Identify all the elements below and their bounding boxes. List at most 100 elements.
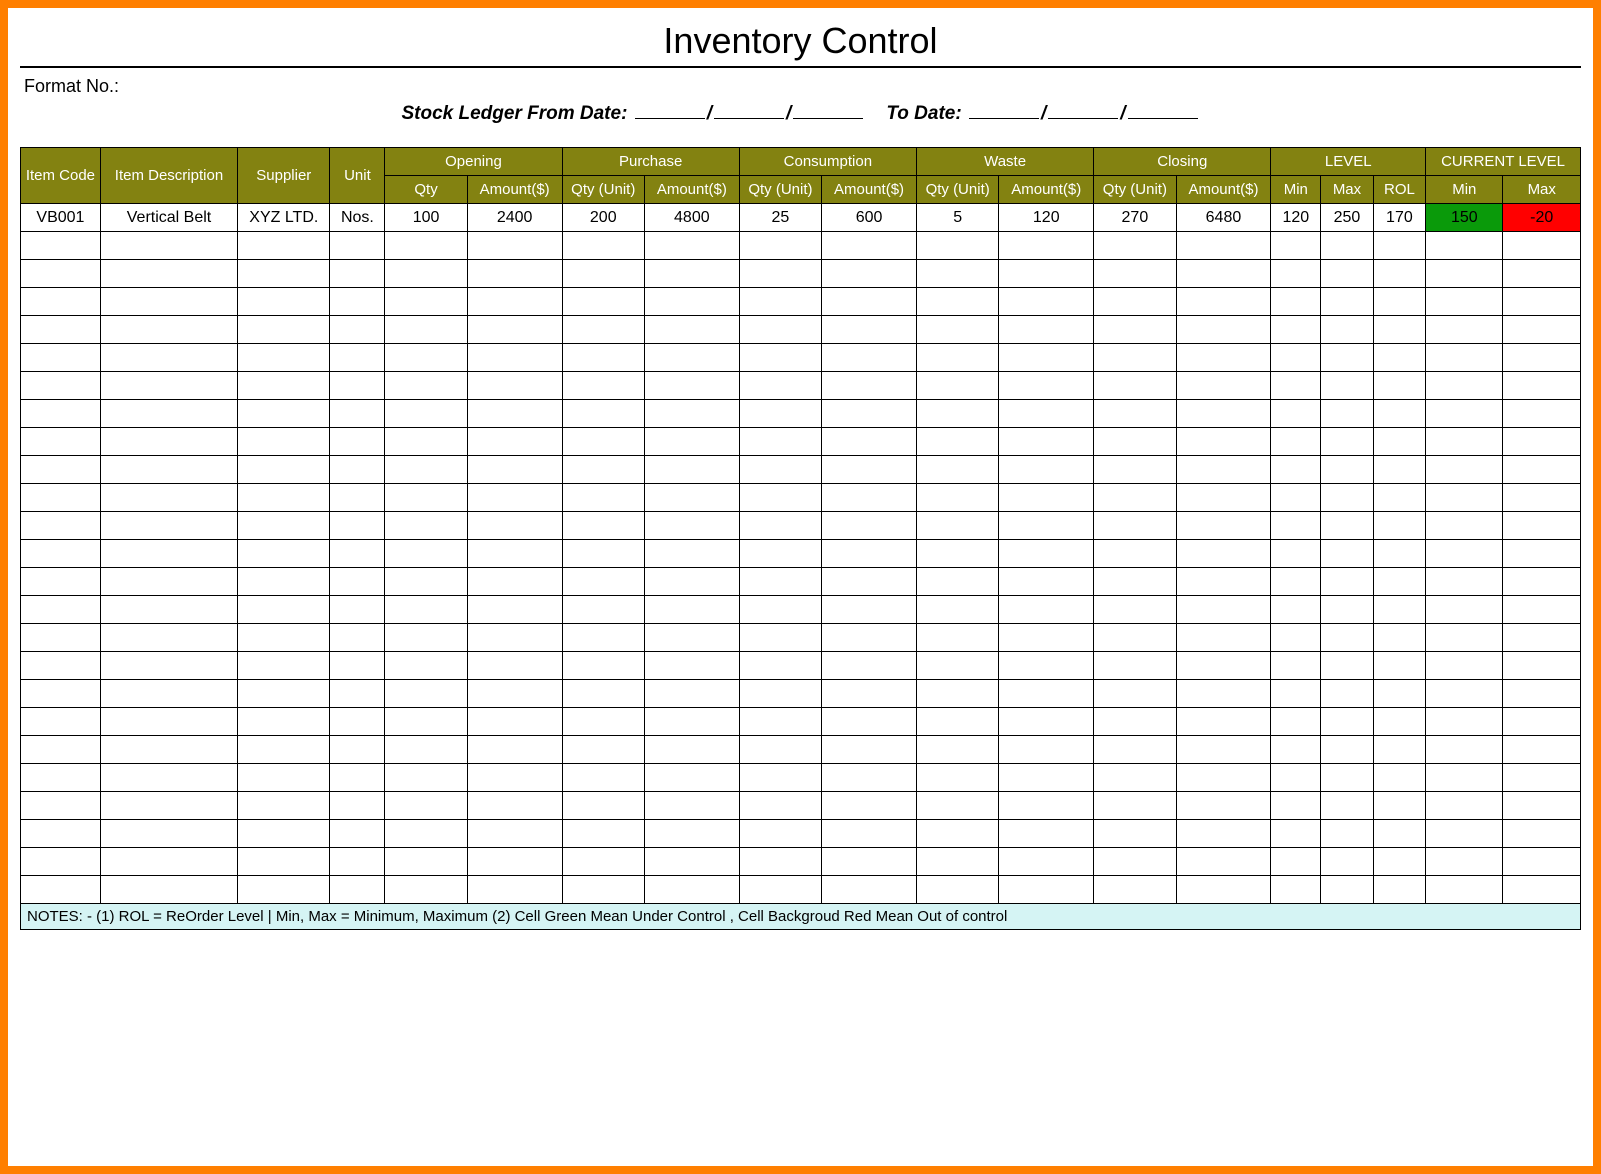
- empty-cell[interactable]: [1503, 540, 1581, 568]
- empty-cell[interactable]: [1271, 316, 1321, 344]
- cell-opening_amt[interactable]: 2400: [467, 204, 562, 232]
- empty-cell[interactable]: [100, 288, 237, 316]
- cell-consumption_qty[interactable]: 25: [739, 204, 821, 232]
- empty-cell[interactable]: [100, 652, 237, 680]
- empty-cell[interactable]: [21, 680, 101, 708]
- empty-cell[interactable]: [1176, 596, 1271, 624]
- empty-cell[interactable]: [1373, 596, 1425, 624]
- empty-cell[interactable]: [1426, 512, 1503, 540]
- empty-cell[interactable]: [739, 400, 821, 428]
- empty-cell[interactable]: [330, 848, 385, 876]
- empty-cell[interactable]: [1503, 372, 1581, 400]
- empty-cell[interactable]: [822, 400, 917, 428]
- empty-cell[interactable]: [467, 540, 562, 568]
- empty-cell[interactable]: [739, 596, 821, 624]
- empty-cell[interactable]: [562, 484, 644, 512]
- empty-cell[interactable]: [1271, 736, 1321, 764]
- empty-cell[interactable]: [1426, 848, 1503, 876]
- empty-cell[interactable]: [238, 708, 330, 736]
- empty-cell[interactable]: [1176, 512, 1271, 540]
- empty-cell[interactable]: [1271, 876, 1321, 904]
- empty-cell[interactable]: [822, 876, 917, 904]
- empty-cell[interactable]: [238, 652, 330, 680]
- empty-cell[interactable]: [739, 764, 821, 792]
- empty-cell[interactable]: [1271, 540, 1321, 568]
- empty-cell[interactable]: [467, 736, 562, 764]
- empty-cell[interactable]: [1321, 736, 1373, 764]
- empty-cell[interactable]: [330, 876, 385, 904]
- empty-cell[interactable]: [822, 260, 917, 288]
- empty-cell[interactable]: [916, 652, 998, 680]
- empty-cell[interactable]: [21, 428, 101, 456]
- empty-cell[interactable]: [1176, 260, 1271, 288]
- empty-cell[interactable]: [822, 792, 917, 820]
- empty-cell[interactable]: [21, 652, 101, 680]
- empty-cell[interactable]: [999, 260, 1094, 288]
- empty-cell[interactable]: [467, 876, 562, 904]
- empty-cell[interactable]: [100, 736, 237, 764]
- empty-cell[interactable]: [21, 764, 101, 792]
- empty-cell[interactable]: [822, 680, 917, 708]
- empty-cell[interactable]: [1503, 876, 1581, 904]
- empty-cell[interactable]: [1373, 820, 1425, 848]
- empty-cell[interactable]: [999, 652, 1094, 680]
- empty-cell[interactable]: [822, 512, 917, 540]
- empty-cell[interactable]: [916, 624, 998, 652]
- empty-cell[interactable]: [916, 260, 998, 288]
- empty-cell[interactable]: [1321, 708, 1373, 736]
- empty-cell[interactable]: [1321, 400, 1373, 428]
- empty-cell[interactable]: [1176, 372, 1271, 400]
- empty-cell[interactable]: [238, 288, 330, 316]
- cell-purchase_amt[interactable]: 4800: [644, 204, 739, 232]
- empty-cell[interactable]: [644, 820, 739, 848]
- empty-cell[interactable]: [1094, 820, 1176, 848]
- empty-cell[interactable]: [822, 372, 917, 400]
- empty-cell[interactable]: [644, 428, 739, 456]
- empty-cell[interactable]: [1321, 484, 1373, 512]
- empty-cell[interactable]: [1373, 344, 1425, 372]
- empty-cell[interactable]: [1271, 596, 1321, 624]
- empty-cell[interactable]: [739, 232, 821, 260]
- empty-cell[interactable]: [100, 848, 237, 876]
- empty-cell[interactable]: [330, 624, 385, 652]
- empty-cell[interactable]: [562, 428, 644, 456]
- empty-cell[interactable]: [1503, 708, 1581, 736]
- empty-cell[interactable]: [330, 512, 385, 540]
- empty-cell[interactable]: [467, 456, 562, 484]
- empty-cell[interactable]: [100, 344, 237, 372]
- empty-cell[interactable]: [467, 848, 562, 876]
- empty-cell[interactable]: [916, 568, 998, 596]
- empty-cell[interactable]: [1321, 596, 1373, 624]
- empty-cell[interactable]: [385, 372, 467, 400]
- empty-cell[interactable]: [916, 708, 998, 736]
- empty-cell[interactable]: [1426, 540, 1503, 568]
- empty-cell[interactable]: [1373, 736, 1425, 764]
- empty-cell[interactable]: [822, 652, 917, 680]
- empty-cell[interactable]: [1503, 792, 1581, 820]
- empty-cell[interactable]: [1373, 708, 1425, 736]
- empty-cell[interactable]: [1176, 568, 1271, 596]
- empty-cell[interactable]: [739, 344, 821, 372]
- empty-cell[interactable]: [21, 344, 101, 372]
- empty-cell[interactable]: [822, 764, 917, 792]
- empty-cell[interactable]: [330, 568, 385, 596]
- empty-cell[interactable]: [1271, 428, 1321, 456]
- cell-purchase_qty[interactable]: 200: [562, 204, 644, 232]
- empty-cell[interactable]: [1373, 372, 1425, 400]
- empty-cell[interactable]: [1373, 456, 1425, 484]
- empty-cell[interactable]: [1321, 820, 1373, 848]
- empty-cell[interactable]: [562, 820, 644, 848]
- empty-cell[interactable]: [822, 456, 917, 484]
- empty-cell[interactable]: [1094, 232, 1176, 260]
- empty-cell[interactable]: [385, 792, 467, 820]
- empty-cell[interactable]: [1094, 456, 1176, 484]
- cell-level_max[interactable]: 250: [1321, 204, 1373, 232]
- empty-cell[interactable]: [1271, 288, 1321, 316]
- from-date-blank-3[interactable]: [793, 105, 863, 119]
- empty-cell[interactable]: [1271, 820, 1321, 848]
- empty-cell[interactable]: [822, 316, 917, 344]
- empty-cell[interactable]: [1094, 792, 1176, 820]
- empty-cell[interactable]: [330, 540, 385, 568]
- empty-cell[interactable]: [1373, 400, 1425, 428]
- empty-cell[interactable]: [1426, 708, 1503, 736]
